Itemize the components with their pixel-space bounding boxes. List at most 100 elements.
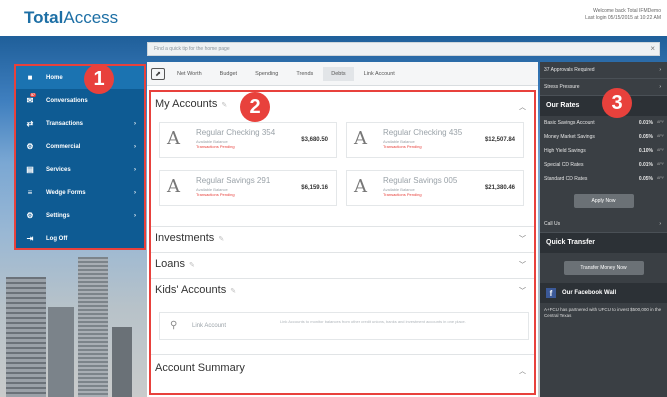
arrows-icon: ⇄: [26, 119, 34, 128]
pending-link[interactable]: Transactions Pending: [196, 144, 235, 149]
tab-budget[interactable]: Budget: [212, 67, 245, 81]
welcome-message: Welcome back Total IFMDemo Last login 05…: [585, 8, 661, 22]
pending-link[interactable]: Transactions Pending: [196, 192, 235, 197]
facebook-title: Our Facebook Wall: [562, 290, 617, 296]
transfer-money-button[interactable]: Transfer Money Now: [563, 261, 644, 275]
account-name: Regular Checking 354: [196, 128, 276, 137]
divider: [151, 252, 534, 253]
nav-item-log-off[interactable]: ⇥ Log Off: [16, 227, 144, 250]
tab-net-worth[interactable]: Net Worth: [169, 67, 210, 81]
last-login-line: Last login 05/15/2015 at 10:22 AM: [585, 15, 661, 21]
rate-value: 0.01%: [638, 120, 653, 126]
chevron-right-icon: ›: [134, 189, 136, 196]
pencil-icon[interactable]: ✎: [189, 262, 195, 269]
quick-transfer-header: Quick Transfer: [540, 233, 667, 253]
nav-item-wedge-forms[interactable]: ≡ Wedge Forms ›: [16, 181, 144, 204]
brand-name-light: Access: [63, 8, 119, 27]
rate-row: High Yield Savings 0.10% APY: [540, 144, 667, 158]
account-card[interactable]: A Regular Savings 291 Available Balance …: [159, 170, 337, 206]
settings-icon: ⚙: [26, 211, 34, 220]
chevron-down-icon[interactable]: ﹀: [519, 234, 526, 244]
rate-unit: APY: [656, 134, 664, 138]
accounts-content: My Accounts ✎ ︿ A Regular Checking 354 Av…: [149, 90, 536, 395]
brand-name-bold: Total: [24, 8, 64, 27]
rate-name: Special CD Rates: [544, 162, 584, 168]
link-account-label: Link Account: [192, 323, 227, 329]
chevron-up-icon[interactable]: ︿: [519, 102, 526, 112]
rate-name: Basic Savings Account: [544, 120, 595, 126]
tab-link-account[interactable]: Link Account: [356, 67, 403, 81]
pencil-icon[interactable]: ✎: [218, 236, 224, 243]
kids-accounts-header[interactable]: Kids' Accounts ✎: [155, 284, 236, 296]
call-us-label: Call Us: [544, 221, 561, 227]
account-icon: A: [167, 176, 180, 197]
pencil-icon[interactable]: ✎: [230, 288, 236, 295]
envelope-icon: ✉: [26, 96, 34, 105]
rate-name: Money Market Savings: [544, 134, 595, 140]
link-account-row[interactable]: ⚲ Link Account Link Accounts to monitor …: [159, 312, 529, 340]
chevron-down-icon[interactable]: ﹀: [519, 260, 526, 270]
account-summary-header[interactable]: Account Summary: [155, 362, 245, 374]
nav-label: Commercial: [46, 143, 81, 150]
approvals-label: 37 Approvals Required: [544, 67, 595, 73]
tab-debts[interactable]: Debts: [323, 66, 354, 81]
my-accounts-header[interactable]: My Accounts ✎: [155, 98, 227, 110]
nav-label: Home: [46, 74, 63, 81]
brand-logo[interactable]: TotalAccess: [24, 8, 118, 28]
divider: [151, 354, 534, 355]
building-graphic: [48, 307, 74, 397]
account-card[interactable]: A Regular Checking 435 Available Balance…: [346, 122, 524, 158]
tab-bar: ⬈ Net Worth Budget Spending Trends Debts…: [147, 62, 538, 86]
tip-search-bar[interactable]: Find a quick tip for the home page ×: [147, 42, 660, 56]
apply-now-button[interactable]: Apply Now: [573, 194, 634, 208]
account-name: Regular Savings 005: [383, 176, 458, 185]
search-placeholder: Find a quick tip for the home page: [154, 46, 230, 52]
top-header: TotalAccess Welcome back Total IFMDemo L…: [0, 0, 667, 36]
logout-icon: ⇥: [26, 234, 34, 243]
account-card[interactable]: A Regular Checking 354 Available Balance…: [159, 122, 337, 158]
rate-value: 0.10%: [638, 148, 653, 154]
rate-unit: APY: [656, 176, 664, 180]
pencil-icon[interactable]: ✎: [221, 102, 227, 109]
account-name: Regular Savings 291: [196, 176, 271, 185]
section-title: Loans: [155, 258, 185, 270]
facebook-post[interactable]: A+FCU has partnered with UFCU to invest …: [540, 303, 667, 323]
divider: [151, 278, 534, 279]
nav-item-services[interactable]: ▤ Services ›: [16, 158, 144, 181]
rate-name: Standard CD Rates: [544, 176, 588, 182]
link-icon: ⚲: [170, 320, 178, 331]
nav-item-commercial[interactable]: ⚙ Commercial ›: [16, 135, 144, 158]
pending-link[interactable]: Transactions Pending: [383, 192, 422, 197]
facebook-header[interactable]: f Our Facebook Wall: [540, 283, 667, 303]
nav-item-home[interactable]: ■ Home: [16, 66, 144, 89]
document-icon: ▤: [26, 165, 34, 174]
chevron-down-icon[interactable]: ﹀: [519, 286, 526, 296]
nav-label: Services: [46, 166, 71, 173]
tab-trends[interactable]: Trends: [288, 67, 321, 81]
loans-header[interactable]: Loans ✎: [155, 258, 195, 270]
account-name: Regular Checking 435: [383, 128, 463, 137]
call-us-row[interactable]: Call Us ›: [540, 216, 667, 233]
pending-link[interactable]: Transactions Pending: [383, 144, 422, 149]
pending-row[interactable]: Stress Pressure ›: [540, 79, 667, 96]
nav-item-settings[interactable]: ⚙ Settings ›: [16, 204, 144, 227]
nav-item-transactions[interactable]: ⇄ Transactions ›: [16, 112, 144, 135]
rate-unit: APY: [656, 120, 664, 124]
rate-row: Special CD Rates 0.01% APY: [540, 158, 667, 172]
nav-item-conversations[interactable]: ✉ 57 Conversations: [16, 89, 144, 112]
account-balance: $12,507.84: [484, 137, 515, 143]
rate-row: Money Market Savings 0.05% APY: [540, 130, 667, 144]
investments-header[interactable]: Investments ✎: [155, 232, 224, 244]
rate-unit: APY: [656, 162, 664, 166]
section-title: Kids' Accounts: [155, 284, 227, 296]
account-balance: $6,159.16: [301, 185, 328, 191]
chart-icon[interactable]: ⬈: [151, 67, 165, 80]
chevron-right-icon: ›: [659, 84, 661, 90]
tab-spending[interactable]: Spending: [247, 67, 286, 81]
approvals-required[interactable]: 37 Approvals Required ›: [540, 62, 667, 79]
chevron-up-icon[interactable]: ︿: [519, 366, 526, 376]
account-card[interactable]: A Regular Savings 005 Available Balance …: [346, 170, 524, 206]
close-icon[interactable]: ×: [650, 44, 655, 53]
gear-icon: ⚙: [26, 142, 34, 151]
chevron-right-icon: ›: [134, 143, 136, 150]
